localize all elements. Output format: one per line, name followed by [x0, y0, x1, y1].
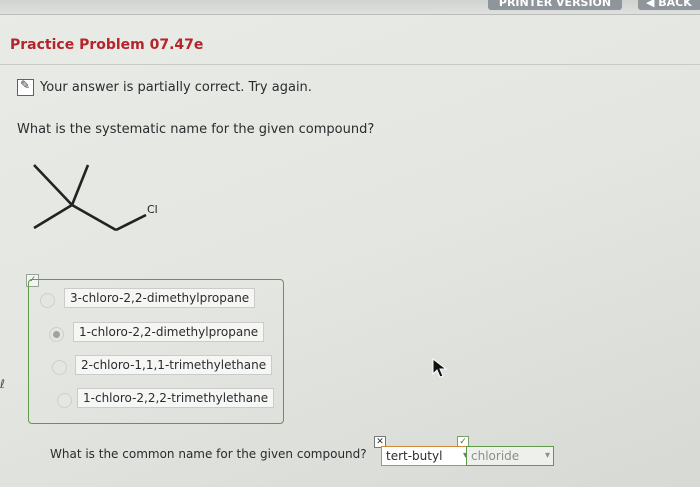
problem-title: Practice Problem 07.47e	[10, 37, 204, 53]
page-edge-mark: ℓ	[0, 377, 5, 391]
chevron-down-icon: ▾	[544, 450, 550, 461]
common-name-question: What is the common name for the given co…	[50, 447, 367, 461]
partial-correct-icon: ✎	[17, 78, 34, 96]
option-label: 2-chloro-1,1,1-trimethylethane	[75, 355, 273, 375]
divider	[0, 64, 700, 65]
radio-button[interactable]	[57, 393, 72, 408]
answer-options-group: 3-chloro-2,2-dimethylpropane 1-chloro-2,…	[28, 279, 284, 424]
question-text: What is the systematic name for the give…	[17, 122, 375, 137]
select-value: chloride	[471, 449, 520, 463]
molecule-structure: Cl	[33, 164, 158, 232]
radio-button[interactable]	[40, 293, 55, 308]
printer-version-button[interactable]: PRINTER VERSION	[488, 0, 622, 10]
back-button[interactable]: ◀ BACK	[638, 0, 700, 10]
common-name-select-1[interactable]: tert-butyl ▾	[381, 446, 471, 466]
common-name-select-2[interactable]: chloride ▾	[466, 446, 554, 466]
radio-button[interactable]	[52, 360, 67, 375]
pencil-icon: ✎	[20, 78, 31, 92]
radio-button-selected[interactable]	[49, 327, 64, 342]
option-label: 3-chloro-2,2-dimethylpropane	[64, 288, 256, 308]
option-label: 1-chloro-2,2,2-trimethylethane	[77, 388, 275, 408]
top-bar: PRINTER VERSION ◀ BACK	[0, 0, 700, 15]
chlorine-label: Cl	[147, 203, 158, 216]
select-value: tert-butyl	[386, 449, 443, 463]
status-message: Your answer is partially correct. Try ag…	[40, 80, 312, 95]
mouse-pointer-icon	[432, 358, 448, 378]
option-label: 1-chloro-2,2-dimethylpropane	[73, 322, 265, 342]
